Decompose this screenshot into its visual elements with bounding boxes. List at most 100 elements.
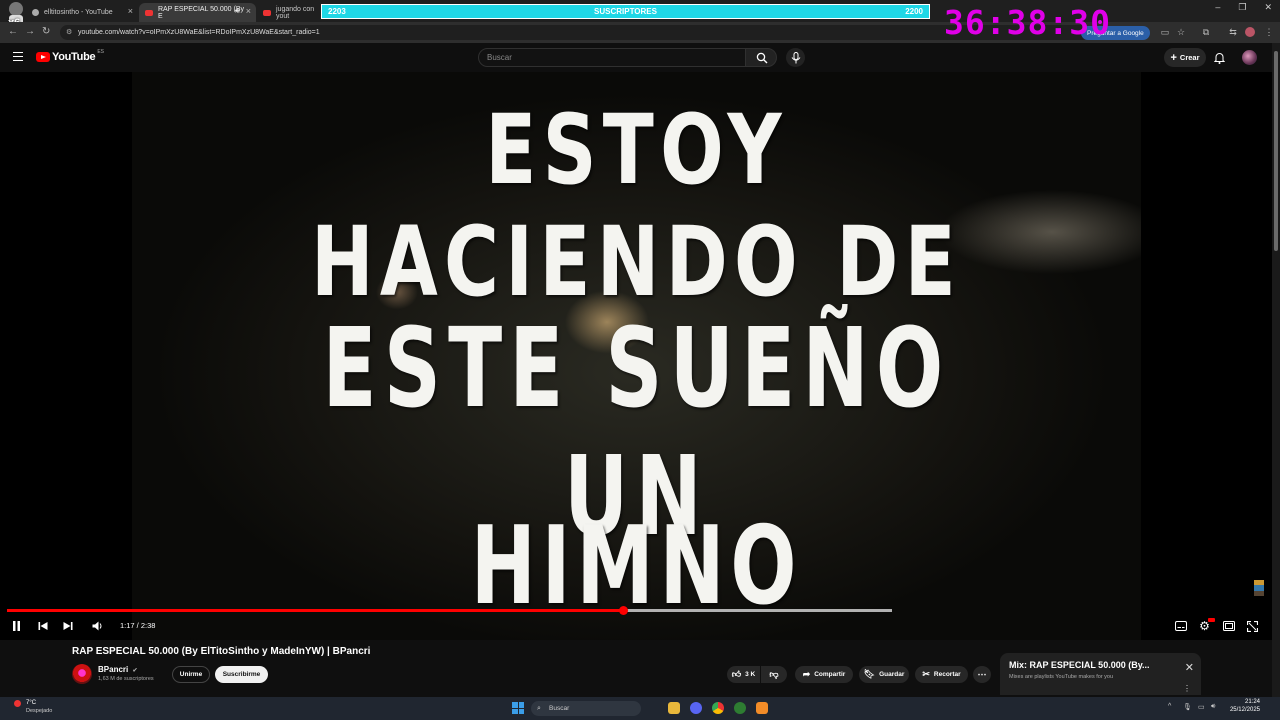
youtube-play-icon — [36, 52, 50, 62]
miniplayer-icon — [1222, 621, 1235, 631]
pixel-character-icon — [1254, 580, 1264, 596]
clock-date[interactable]: 25/12/2025 — [1220, 707, 1260, 713]
mix-title: Mix: RAP ESPECIAL 50.000 (By... — [1009, 660, 1150, 670]
back-icon[interactable]: ← — [8, 26, 18, 37]
bookmark-star-icon[interactable]: ☆ — [1176, 27, 1186, 37]
volume-icon — [92, 621, 101, 631]
clock-time[interactable]: 21:24 — [1226, 699, 1260, 705]
site-info-icon[interactable]: ⚙ — [66, 28, 72, 36]
reload-icon[interactable]: ↻ — [42, 26, 50, 37]
subscribe-button[interactable]: Suscribirme — [215, 666, 268, 683]
profile-icon[interactable] — [1245, 27, 1255, 37]
tab-title: jugando con yout — [276, 5, 315, 20]
file-explorer-icon[interactable] — [668, 702, 680, 714]
youtube-logo-text: YouTube — [52, 51, 96, 63]
mix-playlist-panel[interactable]: Mix: RAP ESPECIAL 50.000 (By... Mixes ar… — [1000, 653, 1201, 695]
window-controls: – ❐ ✕ — [1215, 2, 1272, 13]
settings-button[interactable]: ⚙ — [1198, 618, 1215, 633]
youtube-logo[interactable]: YouTube ES — [36, 49, 104, 63]
previous-button[interactable] — [37, 620, 49, 632]
search-input[interactable]: Buscar — [478, 48, 746, 67]
pause-icon — [12, 621, 20, 631]
minimize-icon[interactable]: – — [1215, 2, 1220, 13]
user-avatar[interactable] — [1242, 50, 1257, 65]
thumbs-down-icon: 👎︎ — [769, 669, 779, 679]
app-icon[interactable] — [756, 702, 768, 714]
cast-icon[interactable]: ▭ — [1160, 27, 1170, 37]
weather-description[interactable]: Despejado — [26, 708, 52, 714]
hamburger-menu-icon[interactable] — [13, 52, 23, 61]
close-icon[interactable]: ✕ — [1185, 661, 1194, 674]
subscribe-label: Suscribirme — [222, 671, 261, 678]
clip-button[interactable]: ✂ Recortar — [915, 666, 968, 683]
like-button[interactable]: 👍︎ 3 K — [727, 666, 760, 683]
tab-video[interactable]: RAP ESPECIAL 50.000 (By E 🔊︎ × — [139, 3, 256, 22]
subtitles-button[interactable] — [1174, 620, 1187, 632]
channel-avatar[interactable] — [72, 664, 92, 684]
fullscreen-button[interactable] — [1246, 620, 1259, 632]
volume-button[interactable] — [91, 620, 104, 632]
xbox-icon[interactable] — [734, 702, 746, 714]
restore-icon[interactable]: ❐ — [1238, 2, 1246, 13]
hd-badge — [1208, 618, 1215, 622]
tray-chevron-icon[interactable]: ^ — [1168, 703, 1171, 710]
plus-icon: + — [1170, 51, 1177, 64]
taskbar-search-label: Buscar — [549, 705, 570, 712]
youtube-favicon-icon — [263, 9, 271, 16]
next-button[interactable] — [62, 620, 74, 632]
tab-other[interactable]: jugando con yout — [257, 3, 321, 22]
forward-icon[interactable]: → — [25, 26, 35, 37]
weather-icon[interactable] — [14, 700, 21, 707]
page-scrollbar[interactable] — [1272, 43, 1280, 697]
microphone-tray-icon[interactable]: 🎙︎ — [1183, 703, 1192, 711]
more-vertical-icon[interactable]: ⋮ — [1183, 684, 1191, 693]
scrollbar-thumb[interactable] — [1274, 51, 1278, 251]
taskbar-search[interactable]: ⌕ Buscar — [531, 701, 641, 716]
video-player[interactable]: ESTOY HACIENDO DE ESTE SUEÑO UN HIMNO 1:… — [0, 72, 1272, 640]
channel-name[interactable]: BPancri ✔ — [98, 665, 138, 674]
create-button[interactable]: + Crear — [1164, 48, 1206, 67]
mix-subtitle: Mixes are playlists YouTube makes for yo… — [1009, 674, 1114, 680]
notifications-bell-icon[interactable] — [1214, 52, 1225, 64]
save-button[interactable]: 🔖︎ Guardar — [859, 666, 909, 683]
miniplayer-button[interactable] — [1222, 620, 1235, 632]
search-icon: ⌕ — [537, 704, 541, 712]
extensions-icon[interactable]: ⧉ — [1201, 27, 1211, 37]
close-icon[interactable]: ✕ — [1264, 2, 1272, 13]
time-display: 1:17 / 2:38 — [120, 621, 156, 630]
chrome-menu-icon[interactable]: ⋮ — [1264, 27, 1274, 37]
progress-bar[interactable] — [7, 606, 892, 615]
speaker-icon[interactable]: 🔊︎ — [235, 6, 240, 16]
share-button[interactable]: ➦ Compartir — [795, 666, 853, 683]
voice-search-button[interactable] — [786, 48, 805, 67]
windows-start-icon[interactable] — [512, 702, 524, 714]
tab-channel[interactable]: elltitosintho - YouTube × — [26, 3, 138, 22]
sub-count-right: 2200 — [905, 7, 923, 16]
weather-temperature[interactable]: 7°C — [26, 700, 36, 706]
stream-timer: 36:38:30 — [944, 3, 1111, 42]
tab-close-icon[interactable]: × — [128, 6, 133, 16]
verified-check-icon: ✔ — [132, 668, 138, 674]
pause-button[interactable] — [10, 620, 22, 632]
network-icon[interactable]: ▭ — [1198, 703, 1205, 711]
subtitles-icon — [1174, 621, 1187, 631]
discord-icon[interactable] — [690, 702, 702, 714]
chrome-icon[interactable] — [712, 702, 724, 714]
address-bar[interactable]: youtube.com/watch?v=oIPmXzU8WaE&list=RDo… — [60, 25, 1090, 40]
sidebar-icon[interactable]: ⇆ — [1228, 27, 1238, 37]
join-button[interactable]: Unirme — [172, 666, 210, 683]
scissors-icon: ✂ — [922, 669, 930, 679]
sub-count-left: 2203 — [328, 7, 346, 16]
tab-close-icon[interactable]: × — [246, 6, 251, 16]
volume-tray-icon[interactable]: 🔊︎ — [1211, 703, 1215, 711]
search-button[interactable] — [745, 48, 777, 67]
dislike-button[interactable]: 👎︎ — [761, 666, 787, 683]
url-text: youtube.com/watch?v=oIPmXzU8WaE&list=RDo… — [78, 29, 320, 36]
progress-buffered — [623, 609, 892, 612]
sub-label: SUSCRIPTORES — [594, 7, 657, 16]
video-frame: ESTOY HACIENDO DE ESTE SUEÑO UN HIMNO — [132, 72, 1141, 640]
tab-title: elltitosintho - YouTube — [44, 9, 113, 16]
windows-taskbar: 7°C Despejado ⌕ Buscar ^ 🎙︎ ▭ 🔊︎ 21:24 2… — [0, 697, 1280, 720]
more-actions-button[interactable]: ⋯ — [973, 666, 991, 683]
search-icon — [756, 52, 768, 64]
